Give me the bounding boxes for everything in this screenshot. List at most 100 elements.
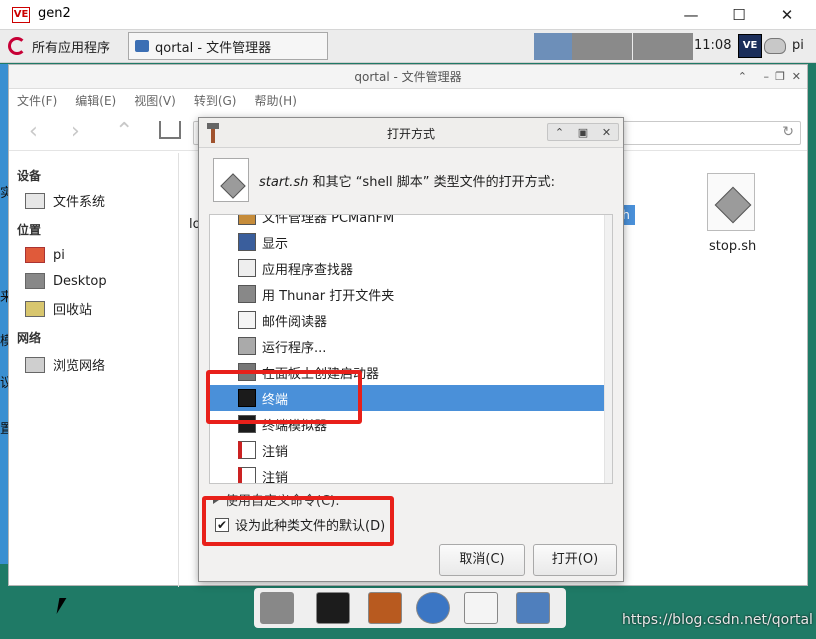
file-manager-app-icon [238,215,256,225]
sidebar-header-network: 网络 [17,331,42,345]
home-icon[interactable] [159,121,181,139]
taskbar-item-label: qortal - 文件管理器 [155,40,272,56]
bottom-dock [254,588,566,628]
menu-view[interactable]: 视图(V) [134,92,176,109]
up-arrow-icon[interactable]: ⌃ [115,119,133,144]
sidebar-item-label: 文件系统 [53,195,106,210]
mail-icon [238,311,256,329]
sidebar-header-places: 位置 [17,223,42,237]
app-finder-icon [238,259,256,277]
file-name: start.sh [259,174,309,190]
sidebar-item-label: 浏览网络 [53,359,106,374]
file-manager-dock-icon[interactable] [260,592,294,624]
fm-info-icon[interactable]: ⌃ [738,65,747,89]
list-item[interactable]: 用 Thunar 打开文件夹 [210,281,606,307]
list-item[interactable]: 注销 [210,437,606,463]
menu-edit[interactable]: 编辑(E) [75,92,116,109]
dialog-window-controls: ⌃ ▣ ✕ [547,123,619,141]
back-arrow-icon[interactable]: ‹ [29,119,38,144]
sidebar-item-home[interactable]: pi [25,247,65,263]
menu-help[interactable]: 帮助(H) [254,92,296,109]
script-file-icon [213,158,249,202]
menu-file[interactable]: 文件(F) [17,92,57,109]
taskbar-item-file-manager[interactable]: qortal - 文件管理器 [128,32,328,60]
fm-close-icon[interactable]: ✕ [792,65,801,89]
list-item[interactable]: 注销 [210,463,606,483]
cancel-button[interactable]: 取消(C) [439,544,525,576]
folder-icon [135,40,149,52]
workspace-3[interactable] [633,33,693,60]
open-button[interactable]: 打开(O) [533,544,617,576]
logout-icon [238,441,256,459]
dialog-description: start.sh 和其它 “shell 脚本” 类型文件的打开方式: [259,171,555,190]
file-manager-menubar: 文件(F) 编辑(E) 视图(V) 转到(G) 帮助(H) [9,89,807,111]
stop-sh-file-icon[interactable] [707,173,755,231]
network-icon [25,356,45,373]
user-label: pi [792,38,804,53]
sidebar-item-label: Desktop [53,273,107,289]
book-dock-icon[interactable] [368,592,402,624]
list-item[interactable]: 应用程序查找器 [210,255,606,281]
sidebar-header-devices: 设备 [17,169,42,183]
description-text: 和其它 “shell 脚本” 类型文件的打开方式: [308,174,556,190]
vnc-logo-icon: VE [12,7,30,23]
display-app-icon [238,233,256,251]
file-manager-title: qortal - 文件管理器 [354,70,462,84]
folder-dock-icon[interactable] [516,592,550,624]
fm-minimize-icon[interactable]: – [764,65,770,89]
dialog-collapse-icon[interactable]: ⌃ [555,126,564,139]
workspace-2[interactable] [572,33,632,60]
vnc-title-bar: VE gen2 — ☐ ✕ [0,0,816,30]
clock[interactable]: 11:08 [694,38,731,53]
run-gear-icon [238,337,256,355]
list-item[interactable]: 显示 [210,229,606,255]
vnc-tray-icon[interactable]: VE [738,34,762,58]
sidebar-item-label: 回收站 [53,303,93,318]
viewer-dock-icon[interactable] [464,592,498,624]
sidebar-item-label: pi [53,247,65,263]
desktop-icon [25,273,45,289]
sidebar-item-trash[interactable]: 回收站 [25,299,92,318]
highlight-box-default [202,496,394,546]
file-manager-title-bar: qortal - 文件管理器 ⌃ – ❐ ✕ [9,65,807,89]
forward-arrow-icon[interactable]: › [71,119,80,144]
drive-icon [25,192,45,209]
menu-go[interactable]: 转到(G) [194,92,237,109]
taskbar: 所有应用程序 qortal - 文件管理器 11:08 VE pi [0,30,816,63]
dialog-title-bar: 打开方式 ⌃ ▣ ✕ [199,118,623,148]
application-list[interactable]: 文件管理器 PCManFM 显示 应用程序查找器 用 Thunar 打开文件夹 … [209,214,613,484]
file-label-stop[interactable]: stop.sh [709,239,756,254]
trash-icon [25,300,45,317]
list-item[interactable]: 邮件阅读器 [210,307,606,333]
applications-menu-button[interactable]: 所有应用程序 [8,35,110,57]
list-item[interactable]: 文件管理器 PCManFM [210,215,606,229]
thunar-hammer-icon [238,285,256,303]
list-scrollbar[interactable] [604,215,612,483]
list-item[interactable]: 运行程序... [210,333,606,359]
dialog-maximize-icon[interactable]: ▣ [578,126,588,139]
maximize-button[interactable]: ☐ [726,4,752,26]
highlight-box-terminal [206,370,362,424]
applications-menu-label: 所有应用程序 [32,40,111,56]
workspace-1[interactable] [534,33,572,60]
terminal-dock-icon[interactable] [316,592,350,624]
sidebar-item-filesystem[interactable]: 文件系统 [25,191,105,210]
debian-icon [8,37,26,55]
fm-restore-icon[interactable]: ❐ [775,65,785,89]
logout-icon [238,467,256,483]
dialog-header: start.sh 和其它 “shell 脚本” 类型文件的打开方式: [213,158,555,202]
minimize-button[interactable]: — [678,4,704,26]
background-window-edge [0,64,8,564]
vnc-window-title: gen2 [38,6,71,21]
sidebar-item-network[interactable]: 浏览网络 [25,355,105,374]
sidebar: 设备 文件系统 位置 pi Desktop 回收站 网络 浏览网络 [9,153,179,587]
refresh-icon[interactable]: ↻ [782,124,794,140]
home-folder-icon [25,247,45,263]
script-icon [714,186,752,224]
watermark: https://blog.csdn.net/qortal [622,612,813,628]
dialog-close-icon[interactable]: ✕ [602,126,611,139]
sidebar-item-desktop[interactable]: Desktop [25,273,107,289]
mouse-tray-icon[interactable] [764,38,786,54]
browser-dock-icon[interactable] [416,592,450,624]
close-button[interactable]: ✕ [774,4,800,26]
